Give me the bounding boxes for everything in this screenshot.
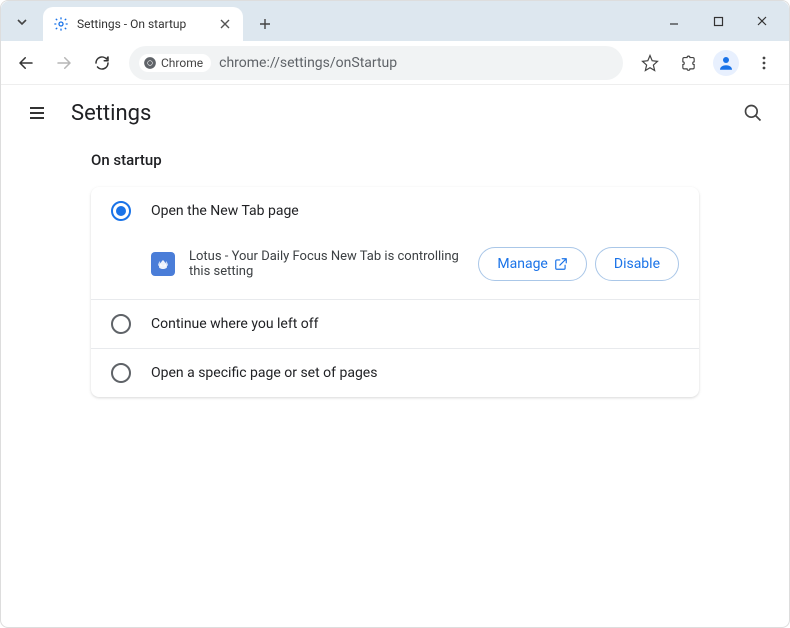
star-icon: [641, 54, 659, 72]
minimize-button[interactable]: [655, 7, 693, 35]
settings-search-button[interactable]: [737, 97, 769, 129]
page-title: Settings: [71, 101, 151, 126]
extension-icon: [151, 252, 175, 276]
open-external-icon: [554, 257, 568, 271]
settings-header: Settings: [1, 85, 789, 141]
arrow-right-icon: [55, 54, 73, 72]
forward-button[interactable]: [47, 46, 81, 80]
extensions-button[interactable]: [671, 46, 705, 80]
search-icon: [743, 103, 763, 123]
chrome-chip: Chrome: [139, 54, 211, 72]
avatar: [713, 50, 739, 76]
url-text: chrome://settings/onStartup: [219, 55, 397, 71]
section-title: On startup: [91, 151, 699, 169]
option-specific-pages[interactable]: Open a specific page or set of pages: [91, 349, 699, 397]
browser-toolbar: Chrome chrome://settings/onStartup: [1, 41, 789, 85]
radio-selected[interactable]: [111, 201, 131, 221]
chrome-logo-icon: [143, 56, 157, 70]
profile-button[interactable]: [709, 46, 743, 80]
manage-label: Manage: [497, 256, 547, 272]
option-label: Open the New Tab page: [151, 203, 299, 219]
reload-icon: [93, 54, 111, 72]
close-window-button[interactable]: [743, 7, 781, 35]
tab-title: Settings - On startup: [77, 17, 217, 31]
hamburger-icon: [28, 104, 46, 122]
plus-icon: [259, 18, 271, 30]
settings-content: On startup Open the New Tab page Lotus -…: [1, 141, 789, 397]
kebab-icon: [756, 55, 772, 71]
bookmark-button[interactable]: [633, 46, 667, 80]
option-continue[interactable]: Continue where you left off: [91, 300, 699, 348]
extension-notice-row: Lotus - Your Daily Focus New Tab is cont…: [91, 235, 699, 299]
radio-unselected[interactable]: [111, 363, 131, 383]
option-new-tab[interactable]: Open the New Tab page: [91, 187, 699, 235]
extension-notice-text: Lotus - Your Daily Focus New Tab is cont…: [189, 249, 470, 279]
maximize-icon: [713, 16, 724, 27]
hamburger-menu-button[interactable]: [21, 97, 53, 129]
window-controls: [655, 7, 781, 35]
puzzle-icon: [680, 54, 697, 71]
tab-search-dropdown[interactable]: [7, 7, 37, 37]
titlebar: Settings - On startup: [1, 1, 789, 41]
maximize-button[interactable]: [699, 7, 737, 35]
back-button[interactable]: [9, 46, 43, 80]
chrome-chip-label: Chrome: [161, 56, 203, 70]
lotus-icon: [155, 256, 171, 272]
manage-button[interactable]: Manage: [478, 247, 586, 281]
option-label: Open a specific page or set of pages: [151, 365, 377, 381]
settings-card: Open the New Tab page Lotus - Your Daily…: [91, 187, 699, 397]
chevron-down-icon: [16, 16, 28, 28]
gear-icon: [53, 16, 69, 32]
option-label: Continue where you left off: [151, 316, 319, 332]
new-tab-button[interactable]: [251, 10, 279, 38]
arrow-left-icon: [17, 54, 35, 72]
close-icon: [220, 19, 230, 29]
person-icon: [717, 54, 735, 72]
disable-button[interactable]: Disable: [595, 247, 679, 281]
menu-button[interactable]: [747, 46, 781, 80]
disable-label: Disable: [614, 256, 660, 272]
radio-unselected[interactable]: [111, 314, 131, 334]
tab-close-button[interactable]: [217, 16, 233, 32]
minimize-icon: [668, 15, 680, 27]
address-bar[interactable]: Chrome chrome://settings/onStartup: [129, 46, 623, 80]
close-icon: [756, 15, 768, 27]
browser-tab[interactable]: Settings - On startup: [43, 7, 243, 41]
reload-button[interactable]: [85, 46, 119, 80]
